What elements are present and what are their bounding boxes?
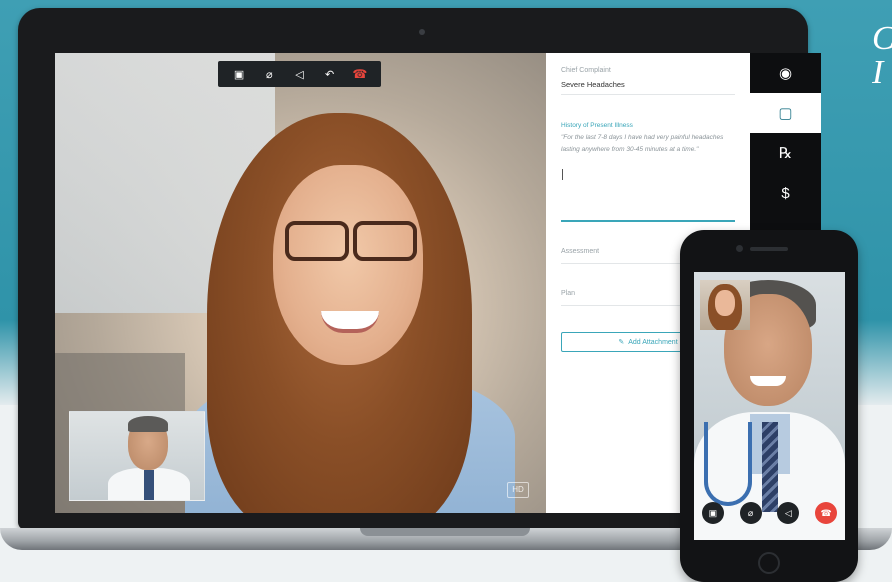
mute-mic-icon[interactable]: ⌀ xyxy=(260,65,278,83)
assessment-field[interactable]: Assessment xyxy=(561,248,599,255)
pip-patient-face xyxy=(715,290,735,316)
self-view-pip[interactable] xyxy=(69,411,205,501)
clipboard-icon[interactable]: ▢ xyxy=(750,93,821,133)
call-control-bar: ▣ ⌀ ◁ ↶ ☎ xyxy=(218,61,381,87)
doctor-smile xyxy=(750,376,786,386)
laptop-camera xyxy=(419,29,425,35)
pip-doctor-tie xyxy=(144,470,154,500)
phone-camera xyxy=(736,245,743,252)
hpi-label: History of Present Illness xyxy=(561,122,633,129)
end-call-icon[interactable]: ☎ xyxy=(351,65,369,83)
end-call-icon[interactable]: ☎ xyxy=(815,502,838,524)
phone-video-feed: ▣ ⌀ ◁ ☎ xyxy=(694,272,845,540)
smartphone: ▣ ⌀ ◁ ☎ xyxy=(680,230,858,582)
billing-icon[interactable]: $ xyxy=(750,173,821,213)
hpi-textarea[interactable]: "For the last 7-8 days I have had very p… xyxy=(561,132,737,156)
mute-speaker-icon[interactable]: ◁ xyxy=(290,65,308,83)
chief-complaint-label: Chief Complaint xyxy=(561,67,611,74)
stethoscope xyxy=(704,422,752,506)
hd-badge[interactable]: HD xyxy=(507,482,529,498)
user-icon[interactable]: ◉ xyxy=(750,53,821,93)
phone-self-view-pip[interactable] xyxy=(700,280,750,330)
chief-complaint-underline xyxy=(561,94,735,95)
phone-home-button[interactable] xyxy=(758,552,780,574)
add-attachment-label: Add Attachment xyxy=(628,338,678,346)
hpi-underline xyxy=(561,220,735,222)
patient-glasses xyxy=(285,221,417,261)
patient-video-feed: ▣ ⌀ ◁ ↶ ☎ HD xyxy=(55,53,546,513)
phone-call-controls: ▣ ⌀ ◁ ☎ xyxy=(694,496,845,530)
prescription-icon[interactable]: ℞ xyxy=(750,133,821,173)
patient-face xyxy=(273,165,423,365)
chief-complaint-input[interactable]: Severe Headaches xyxy=(561,80,625,89)
plan-field[interactable]: Plan xyxy=(561,290,575,297)
phone-speaker xyxy=(750,247,788,251)
share-icon[interactable]: ↶ xyxy=(321,65,339,83)
mute-speaker-icon[interactable]: ◁ xyxy=(777,502,800,524)
text-cursor xyxy=(562,169,563,180)
pip-doctor-hair xyxy=(128,416,168,432)
paperclip-icon: ✎ xyxy=(618,339,625,346)
laptop-hinge-notch xyxy=(360,528,530,536)
mute-mic-icon[interactable]: ⌀ xyxy=(739,502,762,524)
video-camera-icon[interactable]: ▣ xyxy=(701,502,724,524)
video-camera-icon[interactable]: ▣ xyxy=(230,65,248,83)
corner-heading-fragment: C I xyxy=(872,22,892,90)
